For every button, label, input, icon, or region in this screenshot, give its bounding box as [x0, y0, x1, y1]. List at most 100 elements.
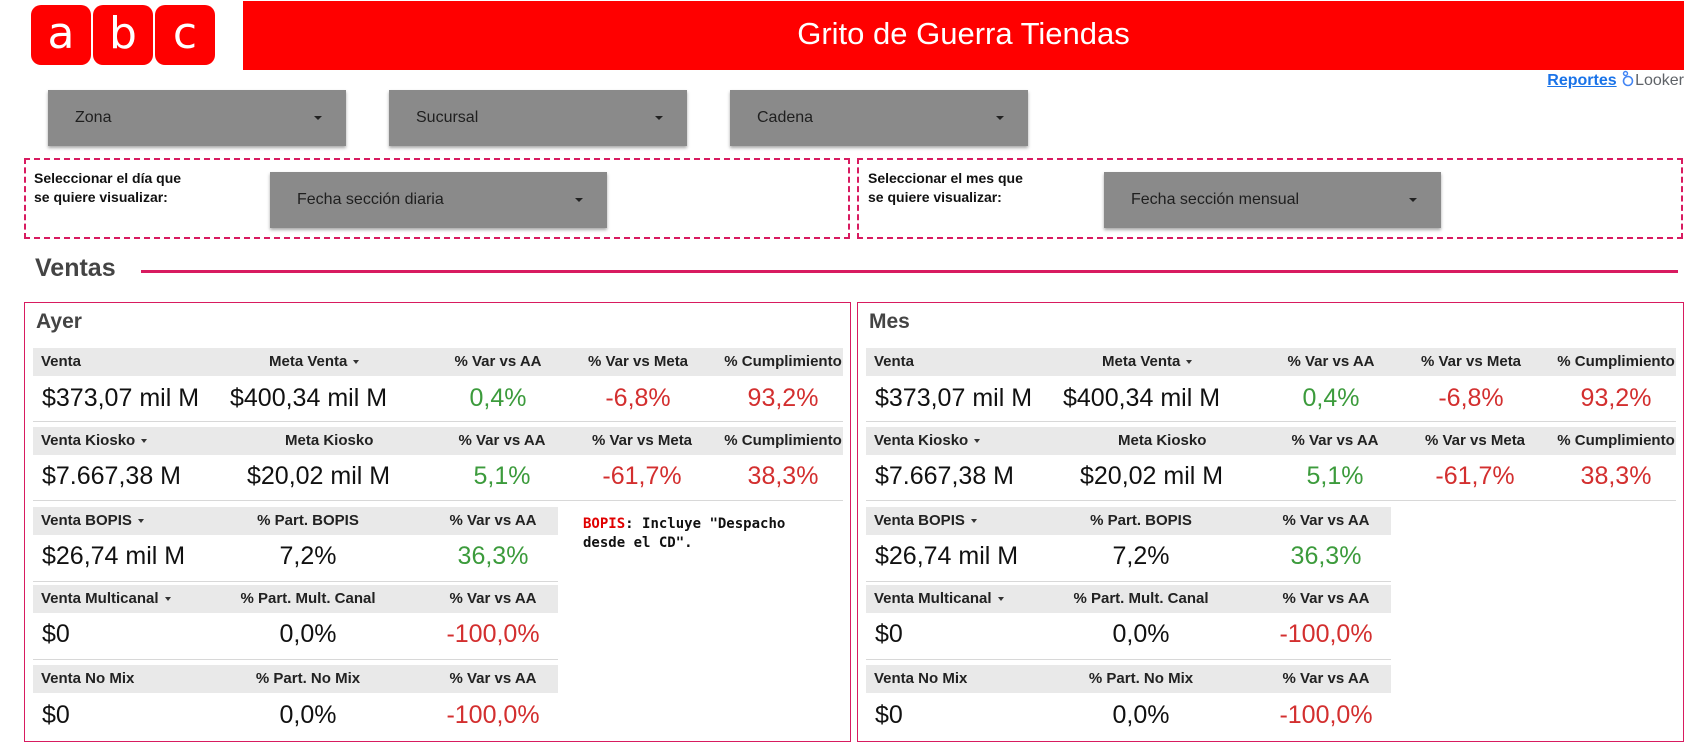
header-meta-kiosko[interactable]: Meta Kiosko: [285, 427, 373, 455]
row-divider: [866, 581, 1391, 582]
header-var-aa[interactable]: % Var vs AA: [1275, 427, 1395, 455]
header-venta-bopis[interactable]: Venta BOPIS: [874, 507, 977, 535]
sucursal-dropdown[interactable]: Sucursal: [389, 90, 687, 146]
header-var-meta[interactable]: % Var vs Meta: [563, 348, 713, 376]
monthly-date-dropdown-label: Fecha sección mensual: [1131, 191, 1300, 208]
table-header: Venta No Mix % Part. No Mix % Var vs AA: [33, 665, 558, 693]
sort-caret-icon: [970, 519, 977, 524]
sort-caret-icon: [353, 360, 360, 365]
header-var-meta[interactable]: % Var vs Meta: [1400, 427, 1550, 455]
header-var-aa[interactable]: % Var vs AA: [433, 665, 553, 693]
value-var-meta: -61,7%: [1435, 462, 1515, 490]
value-cumplimiento: 93,2%: [747, 384, 819, 412]
looker-reports-link[interactable]: Reportes Looker: [1547, 70, 1684, 90]
header-venta-multicanal[interactable]: Venta Multicanal: [41, 585, 171, 613]
header-venta-multicanal-label: Venta Multicanal: [41, 590, 159, 607]
monthly-date-label-line1: Seleccionar el mes que: [868, 170, 1023, 186]
value-var-aa: 0,4%: [469, 384, 527, 412]
page-title: Grito de Guerra Tiendas: [797, 16, 1130, 51]
header-var-aa[interactable]: % Var vs AA: [1266, 585, 1386, 613]
bopis-note-label: BOPIS: [583, 516, 626, 532]
header-var-aa[interactable]: % Var vs AA: [438, 348, 558, 376]
header-venta-multicanal-label: Venta Multicanal: [874, 590, 992, 607]
header-venta[interactable]: Venta: [874, 348, 914, 376]
value-venta-bopis: $26,74 mil M: [875, 542, 1019, 570]
header-part-bopis[interactable]: % Part. BOPIS: [223, 507, 393, 535]
logo-letter-b: b: [93, 5, 153, 65]
value-venta: $373,07 mil M: [42, 384, 200, 412]
daily-date-dropdown[interactable]: Fecha sección diaria: [270, 172, 607, 228]
monthly-date-dropdown[interactable]: Fecha sección mensual: [1104, 172, 1441, 228]
header-venta-kiosko-label: Venta Kiosko: [874, 432, 969, 449]
reports-link[interactable]: Reportes: [1547, 72, 1616, 89]
header-var-meta[interactable]: % Var vs Meta: [567, 427, 717, 455]
header-cumplimiento[interactable]: % Cumplimiento: [1556, 427, 1676, 455]
sort-caret-icon: [164, 597, 171, 602]
header-var-aa[interactable]: % Var vs AA: [442, 427, 562, 455]
header-meta-kiosko[interactable]: Meta Kiosko: [1118, 427, 1206, 455]
header-meta-venta-label: Meta Venta: [269, 353, 348, 370]
chevron-down-icon: [655, 116, 663, 120]
header-var-aa[interactable]: % Var vs AA: [433, 585, 553, 613]
zona-dropdown-label: Zona: [75, 109, 112, 126]
header-part-mult-canal[interactable]: % Part. Mult. Canal: [1041, 585, 1241, 613]
header-venta-multicanal[interactable]: Venta Multicanal: [874, 585, 1004, 613]
header-cumplimiento[interactable]: % Cumplimiento: [723, 427, 843, 455]
header-venta-no-mix[interactable]: Venta No Mix: [41, 665, 134, 693]
daily-date-dropdown-label: Fecha sección diaria: [297, 191, 444, 208]
header-part-no-mix[interactable]: % Part. No Mix: [1056, 665, 1226, 693]
header-var-aa[interactable]: % Var vs AA: [1266, 507, 1386, 535]
chevron-down-icon: [1409, 198, 1417, 202]
sort-caret-icon: [997, 597, 1004, 602]
header-venta-bopis[interactable]: Venta BOPIS: [41, 507, 144, 535]
header-var-aa[interactable]: % Var vs AA: [1266, 665, 1386, 693]
value-var-meta: -6,8%: [605, 384, 671, 412]
value-venta-multicanal: $0: [875, 620, 903, 648]
header-var-aa[interactable]: % Var vs AA: [433, 507, 553, 535]
value-cumplimiento: 38,3%: [747, 462, 819, 490]
sucursal-dropdown-label: Sucursal: [416, 109, 479, 126]
header-part-bopis[interactable]: % Part. BOPIS: [1056, 507, 1226, 535]
value-meta-venta: $400,34 mil M: [230, 384, 388, 412]
bopis-note-text-2: desde el CD".: [583, 535, 693, 551]
header-venta-kiosko[interactable]: Venta Kiosko: [41, 427, 148, 455]
value-venta-kiosko: $7.667,38 M: [875, 462, 1014, 490]
value-venta: $373,07 mil M: [875, 384, 1033, 412]
header-cumplimiento[interactable]: % Cumplimiento: [1556, 348, 1676, 376]
row-divider: [33, 659, 558, 660]
sort-caret-icon: [137, 519, 144, 524]
logo-b-text: b: [109, 8, 137, 59]
header-venta-kiosko-label: Venta Kiosko: [41, 432, 136, 449]
header-part-mult-canal[interactable]: % Part. Mult. Canal: [208, 585, 408, 613]
header-meta-venta[interactable]: Meta Venta: [269, 348, 360, 376]
logo-c-text: c: [172, 8, 198, 59]
value-meta-kiosko: $20,02 mil M: [247, 462, 391, 490]
value-var-aa: 5,1%: [1306, 462, 1364, 490]
table-header: Venta Kiosko Meta Kiosko % Var vs AA % V…: [33, 427, 843, 455]
row-divider: [33, 581, 558, 582]
sort-caret-icon: [141, 439, 148, 444]
cadena-dropdown[interactable]: Cadena: [730, 90, 1028, 146]
header-venta[interactable]: Venta: [41, 348, 81, 376]
header-var-meta[interactable]: % Var vs Meta: [1396, 348, 1546, 376]
header-venta-bopis-label: Venta BOPIS: [41, 512, 132, 529]
header-part-no-mix[interactable]: % Part. No Mix: [223, 665, 393, 693]
value-part-no-mix: 0,0%: [279, 701, 337, 729]
header-meta-venta[interactable]: Meta Venta: [1102, 348, 1193, 376]
table-header: Venta No Mix % Part. No Mix % Var vs AA: [866, 665, 1391, 693]
zona-dropdown[interactable]: Zona: [48, 90, 346, 146]
daily-date-label: Seleccionar el día que se quiere visuali…: [34, 169, 181, 207]
row-divider: [866, 500, 1676, 501]
header-venta-kiosko[interactable]: Venta Kiosko: [874, 427, 981, 455]
header-var-aa[interactable]: % Var vs AA: [1271, 348, 1391, 376]
row-divider: [866, 421, 1676, 422]
header-cumplimiento[interactable]: % Cumplimiento: [723, 348, 843, 376]
value-part-bopis: 7,2%: [1112, 542, 1170, 570]
sort-caret-icon: [1186, 360, 1193, 365]
value-var-aa: 5,1%: [473, 462, 531, 490]
value-part-mult-canal: 0,0%: [279, 620, 337, 648]
table-header: Venta Meta Venta % Var vs AA % Var vs Me…: [33, 348, 843, 376]
value-var-aa: -100,0%: [1279, 620, 1373, 648]
value-cumplimiento: 38,3%: [1580, 462, 1652, 490]
header-venta-no-mix[interactable]: Venta No Mix: [874, 665, 967, 693]
